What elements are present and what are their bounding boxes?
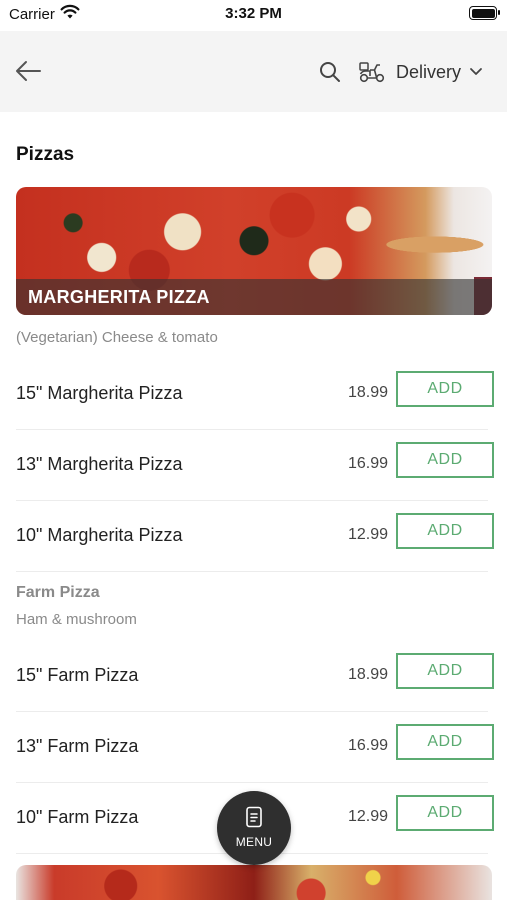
item-price: 16.99	[347, 737, 388, 754]
item-price: 16.99	[347, 455, 388, 472]
delivery-mode-selector[interactable]: Delivery	[358, 57, 483, 87]
add-button[interactable]: ADD	[396, 513, 494, 549]
arrow-left-icon[interactable]	[14, 59, 42, 83]
item-name: 10" Farm Pizza	[16, 807, 139, 827]
group-title: Farm Pizza	[16, 584, 100, 601]
item-name: 10" Margherita Pizza	[16, 525, 183, 545]
menu-item-row: 13" Farm Pizza 16.99 ADD	[16, 712, 494, 783]
menu-card-icon	[246, 806, 262, 828]
item-price: 18.99	[347, 666, 388, 683]
add-button[interactable]: ADD	[396, 371, 494, 407]
section-title: Pizzas	[16, 144, 75, 165]
item-price: 12.99	[347, 526, 388, 543]
chevron-down-icon	[470, 68, 482, 75]
menu-item-row: 15" Margherita Pizza 18.99 ADD	[16, 359, 494, 430]
battery-level	[471, 8, 495, 18]
pizza-photo	[16, 865, 492, 900]
add-button[interactable]: ADD	[396, 724, 494, 760]
next-category-banner[interactable]	[16, 865, 492, 900]
menu-item-row: 10" Margherita Pizza 12.99 ADD	[16, 501, 494, 572]
item-name: 15" Farm Pizza	[16, 665, 139, 685]
margherita-banner[interactable]: MARGHERITA PIZZA	[16, 187, 492, 315]
item-name: 13" Farm Pizza	[16, 736, 139, 756]
menu-button-label: MENU	[235, 835, 273, 849]
menu-item-row: 15" Farm Pizza 18.99 ADD	[16, 641, 494, 712]
banner-title: MARGHERITA PIZZA	[28, 287, 210, 307]
status-time: 3:32 PM	[225, 5, 282, 22]
menu-button[interactable]: MENU	[217, 791, 291, 865]
item-name: 13" Margherita Pizza	[16, 454, 183, 474]
add-button[interactable]: ADD	[396, 795, 494, 831]
search-icon[interactable]	[318, 60, 342, 84]
row-divider	[16, 571, 488, 572]
item-price: 18.99	[347, 384, 388, 401]
add-button[interactable]: ADD	[396, 442, 494, 478]
menu-item-row: 13" Margherita Pizza 16.99 ADD	[16, 430, 494, 501]
battery-icon	[469, 6, 500, 20]
status-bar: Carrier 3:32 PM	[0, 0, 507, 30]
add-button[interactable]: ADD	[396, 653, 494, 689]
top-nav-bar: Delivery	[0, 31, 507, 112]
group-description: Ham & mushroom	[16, 611, 137, 628]
item-name: 15" Margherita Pizza	[16, 383, 183, 403]
scooter-icon	[359, 62, 385, 83]
item-price: 12.99	[347, 808, 388, 825]
delivery-label: Delivery	[396, 61, 462, 82]
banner-caption: MARGHERITA PIZZA	[16, 279, 492, 315]
group-description: (Vegetarian) Cheese & tomato	[16, 329, 218, 346]
